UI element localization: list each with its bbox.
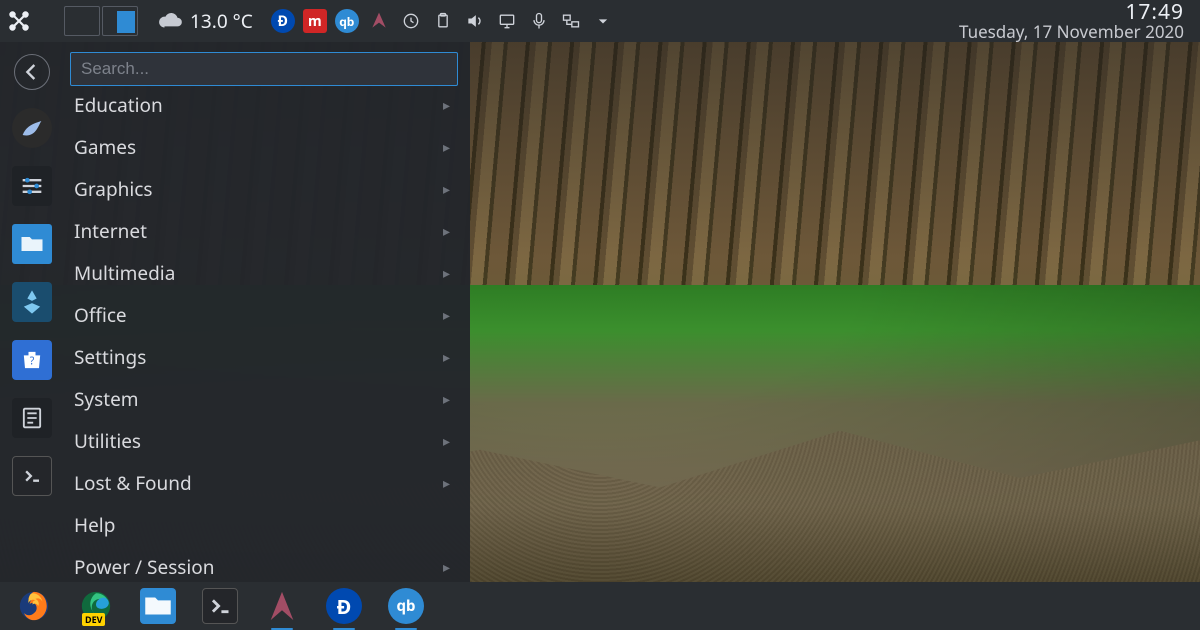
dock-file-manager[interactable] [140, 588, 176, 624]
favorite-kdenlive[interactable] [12, 282, 52, 322]
chevron-right-icon: ▸ [443, 306, 450, 325]
category-list: Education▸Games▸Graphics▸Internet▸Multim… [68, 84, 466, 582]
pager-desktop-1[interactable] [64, 6, 100, 36]
microphone-icon[interactable] [527, 9, 551, 33]
chevron-right-icon: ▸ [443, 348, 450, 367]
task-dock: DEV Ð qb [0, 582, 1200, 630]
category-label: Multimedia [74, 260, 175, 286]
edge-dev-badge: DEV [82, 613, 105, 626]
category-label: System [74, 386, 139, 412]
category-system[interactable]: System ▸ [68, 378, 466, 420]
chevron-right-icon: ▸ [443, 390, 450, 409]
favorite-falkon-browser[interactable] [12, 108, 52, 148]
chevron-right-icon: ▸ [443, 96, 450, 115]
multipass-icon[interactable]: m [303, 9, 327, 33]
category-label: Education [74, 92, 163, 118]
dock-qbittorrent[interactable]: qb [388, 588, 424, 624]
category-label: Office [74, 302, 127, 328]
qbittorrent-icon[interactable]: qb [335, 9, 359, 33]
dock-ravencoin[interactable] [264, 588, 300, 624]
favorite-discover-store[interactable]: ? [12, 340, 52, 380]
category-office[interactable]: Office ▸ [68, 294, 466, 336]
category-label: Graphics [74, 176, 153, 202]
digibyte-icon[interactable]: Ð [271, 9, 295, 33]
tray-expand-icon[interactable] [591, 9, 615, 33]
category-label: Power / Session [74, 554, 215, 580]
pager-desktop-2[interactable] [102, 6, 138, 36]
dock-firefox[interactable] [16, 588, 52, 624]
menu-favorites-sidebar: ? [0, 42, 64, 582]
top-panel: 13.0 °C Ð m qb 17:49 Tuesd [0, 0, 1200, 42]
network-icon[interactable] [559, 9, 583, 33]
weather-cloud-icon [158, 8, 184, 34]
category-label: Utilities [74, 428, 141, 454]
category-settings[interactable]: Settings ▸ [68, 336, 466, 378]
clipboard-icon[interactable] [431, 9, 455, 33]
chevron-right-icon: ▸ [443, 264, 450, 283]
chevron-right-icon: ▸ [443, 474, 450, 493]
system-tray: Ð m qb [271, 9, 615, 33]
chevron-right-icon: ▸ [443, 222, 450, 241]
category-label: Help [74, 512, 115, 538]
category-graphics[interactable]: Graphics ▸ [68, 168, 466, 210]
dock-digibyte[interactable]: Ð [326, 588, 362, 624]
application-launcher-button[interactable] [6, 8, 32, 34]
chevron-right-icon: ▸ [443, 432, 450, 451]
category-label: Settings [74, 344, 146, 370]
temperature-text: 13.0 °C [190, 8, 253, 34]
volume-icon[interactable] [463, 9, 487, 33]
clock-date: Tuesday, 17 November 2020 [959, 23, 1184, 41]
dock-edge-dev[interactable]: DEV [78, 588, 114, 624]
category-label: Lost & Found [74, 470, 192, 496]
category-internet[interactable]: Internet ▸ [68, 210, 466, 252]
category-lost-found[interactable]: Lost & Found ▸ [68, 462, 466, 504]
favorite-file-manager[interactable] [12, 224, 52, 264]
chevron-right-icon: ▸ [443, 138, 450, 157]
clock-widget[interactable]: 17:49 Tuesday, 17 November 2020 [959, 1, 1184, 41]
chevron-right-icon: ▸ [443, 180, 450, 199]
category-label: Internet [74, 218, 147, 244]
pager-window-thumb [117, 11, 135, 33]
category-utilities[interactable]: Utilities ▸ [68, 420, 466, 462]
favorite-kate-editor[interactable] [12, 398, 52, 438]
category-multimedia[interactable]: Multimedia ▸ [68, 252, 466, 294]
favorite-konsole-terminal[interactable] [12, 456, 52, 496]
menu-main: Education▸Games▸Graphics▸Internet▸Multim… [64, 42, 470, 582]
chevron-right-icon: ▸ [443, 558, 450, 577]
category-power-session[interactable]: Power / Session ▸ [68, 546, 466, 582]
updates-icon[interactable] [399, 9, 423, 33]
category-label: Games [74, 134, 136, 160]
category-games[interactable]: Games ▸ [68, 126, 466, 168]
search-input[interactable] [70, 52, 458, 86]
dock-konsole-terminal[interactable] [202, 588, 238, 624]
category-help[interactable]: Help [68, 504, 466, 546]
favorite-system-settings[interactable] [12, 166, 52, 206]
category-education[interactable]: Education ▸ [68, 84, 466, 126]
weather-widget[interactable]: 13.0 °C [158, 8, 253, 34]
virtual-desktop-pager [64, 6, 138, 36]
svg-text:?: ? [30, 355, 35, 369]
back-button[interactable] [14, 54, 50, 90]
ravencoin-icon[interactable] [367, 9, 391, 33]
application-menu: ? Education▸Games▸Graphics▸Internet▸Mult… [0, 42, 470, 582]
display-icon[interactable] [495, 9, 519, 33]
